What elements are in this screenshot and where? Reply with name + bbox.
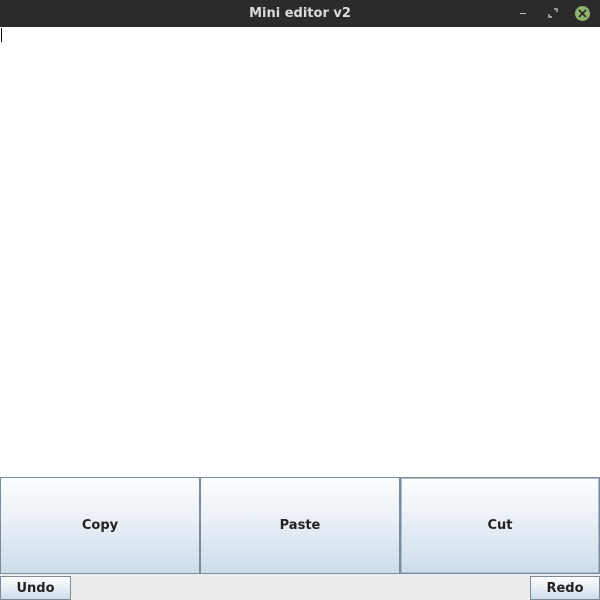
- cut-button[interactable]: Cut: [400, 477, 600, 574]
- undo-button[interactable]: Undo: [0, 576, 71, 600]
- copy-button[interactable]: Copy: [0, 477, 200, 574]
- redo-button[interactable]: Redo: [530, 576, 600, 600]
- title-bar[interactable]: Mini editor v2: [0, 0, 600, 27]
- text-editor-area[interactable]: [0, 27, 600, 477]
- maximize-icon: [548, 8, 558, 18]
- maximize-button[interactable]: [545, 5, 561, 21]
- close-button[interactable]: [574, 5, 590, 21]
- text-caret: [1, 28, 2, 42]
- editor-window: Mini editor v2 Copy Paste Cut Undo Redo: [0, 0, 600, 600]
- paste-button[interactable]: Paste: [200, 477, 400, 574]
- minimize-icon: [520, 12, 526, 15]
- close-icon: [574, 5, 590, 21]
- minimize-button[interactable]: [515, 5, 531, 21]
- window-title: Mini editor v2: [249, 6, 351, 21]
